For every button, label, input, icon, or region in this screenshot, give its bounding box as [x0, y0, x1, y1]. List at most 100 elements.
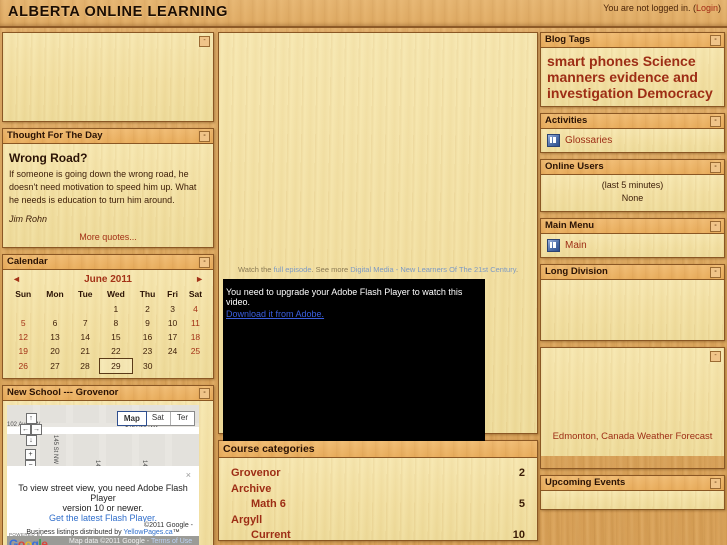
video-player[interactable]: You need to upgrade your Adobe Flash Pla…	[223, 279, 485, 446]
calendar-day[interactable]: 26	[8, 359, 38, 374]
yellowpages-link[interactable]: YellowPages.ca	[123, 529, 172, 536]
pan-left-icon[interactable]: ←	[20, 424, 31, 435]
calendar-day[interactable]: 12	[8, 330, 38, 344]
collapse-icon[interactable]: -	[710, 221, 721, 232]
block-title: Activities	[545, 115, 588, 126]
calendar-day[interactable]: 16	[133, 330, 163, 344]
calendar-day[interactable]: 17	[162, 330, 183, 344]
pan-up-icon[interactable]: ↑	[25, 413, 37, 424]
block-online-users: Online Users - (last 5 minutes) None	[540, 159, 725, 212]
calendar-day[interactable]: 11	[183, 316, 208, 330]
course-category-name[interactable]: Argyll	[231, 513, 262, 529]
zoom-in-icon[interactable]: +	[25, 449, 36, 460]
collapse-icon[interactable]: -	[199, 388, 210, 399]
collapse-icon[interactable]: -	[710, 478, 721, 489]
main-menu-label[interactable]: Main	[565, 240, 587, 251]
map-type-satellite[interactable]: Sat	[146, 412, 171, 425]
block-weather: - Edmonton, Canada Weather Forecast	[540, 347, 725, 469]
calendar-weekday: Sun	[15, 289, 32, 299]
map-pan-controls[interactable]: ↑ ← → ↓ + −	[13, 413, 49, 471]
calendar-day[interactable]: 19	[8, 344, 38, 359]
login-link[interactable]: Login	[696, 3, 718, 13]
calendar-day[interactable]: 18	[183, 330, 208, 344]
terms-of-use-link[interactable]: Terms of Use	[151, 538, 192, 545]
calendar-week-row: 5 6 7 8 9 10 11	[8, 316, 208, 330]
close-icon[interactable]: ×	[186, 470, 191, 480]
pan-down-icon[interactable]: ↓	[25, 435, 37, 446]
activity-item-glossaries[interactable]: Glossaries	[547, 133, 718, 148]
collapse-icon[interactable]: -	[710, 116, 721, 127]
collapse-icon[interactable]: -	[199, 257, 210, 268]
calendar-day[interactable]: 8	[99, 316, 133, 330]
course-category-count: 10	[512, 529, 525, 540]
block-calendar: Calendar - ◄ June 2011 ► Sun Mon Tue Wed Thu…	[2, 254, 214, 379]
block-header: Calendar -	[3, 255, 213, 270]
calendar-day[interactable]: 10	[162, 316, 183, 330]
prev-month-icon[interactable]: ◄	[12, 274, 21, 284]
download-flash-link[interactable]: Download it from Adobe.	[226, 309, 324, 319]
google-copyright: ©2011 Google -	[7, 522, 199, 529]
collapse-icon[interactable]: -	[199, 131, 210, 142]
course-category-row[interactable]: Archive	[231, 482, 525, 498]
map-type-map[interactable]: Map	[116, 411, 147, 426]
course-category-row[interactable]: Current 10	[231, 528, 525, 540]
calendar-day[interactable]: 25	[183, 344, 208, 359]
collapse-icon[interactable]: -	[710, 267, 721, 278]
calendar-table: Sun Mon Tue Wed Thu Fri Sat 1 2 3 4 5 6 7 8 9 10 11 12 13 1…	[8, 288, 208, 374]
calendar-day[interactable]: 3	[162, 302, 183, 316]
flash-notice-line2: version 10 or newer.	[62, 503, 144, 513]
map-type-terrain[interactable]: Ter	[171, 412, 194, 425]
calendar-day[interactable]: 23	[133, 344, 163, 359]
blog-tag-link[interactable]: manners	[547, 69, 605, 85]
main-menu-item-main[interactable]: Main	[547, 238, 718, 253]
blog-tag-link[interactable]: Science	[643, 53, 696, 69]
blog-tag-link[interactable]: smart phones	[547, 53, 639, 69]
calendar-day[interactable]: 6	[38, 316, 71, 330]
collapse-icon[interactable]: -	[199, 36, 210, 47]
course-category-name[interactable]: Grovenor	[231, 466, 281, 482]
calendar-day[interactable]: 21	[72, 344, 99, 359]
calendar-month-label: June 2011	[84, 274, 132, 285]
calendar-day[interactable]: 5	[8, 316, 38, 330]
calendar-day[interactable]: 7	[72, 316, 99, 330]
video-download-wrap: Download it from Adobe.	[223, 309, 485, 319]
blog-tag-link[interactable]: Democracy	[637, 85, 713, 101]
collapse-icon[interactable]: -	[710, 162, 721, 173]
pan-right-icon[interactable]: →	[31, 424, 42, 435]
course-category-name[interactable]: Current	[231, 528, 291, 540]
calendar-day[interactable]: 20	[38, 344, 71, 359]
activity-label[interactable]: Glossaries	[565, 135, 612, 146]
course-category-name[interactable]: Math 6	[231, 497, 286, 513]
map-type-control[interactable]: Map Sat Ter	[116, 411, 195, 426]
calendar-day[interactable]: 28	[72, 359, 99, 374]
calendar-day[interactable]: 2	[133, 302, 163, 316]
block-title: Calendar	[7, 256, 48, 267]
calendar-day-empty	[8, 302, 38, 316]
calendar-day[interactable]: 13	[38, 330, 71, 344]
calendar-day[interactable]: 22	[99, 344, 133, 359]
map-data-attribution: Map data ©2011 Google - Terms of Use	[69, 538, 192, 545]
calendar-day[interactable]: 30	[133, 359, 163, 374]
calendar-day[interactable]: 1	[99, 302, 133, 316]
google-map[interactable]: 102 Ave NW 145 St NW 148 Ave NW 14 14 ↑ …	[7, 405, 199, 545]
calendar-day[interactable]: 14	[72, 330, 99, 344]
collapse-icon[interactable]: -	[710, 35, 721, 46]
block-body: Glossaries	[541, 129, 724, 152]
calendar-day[interactable]: 27	[38, 359, 71, 374]
calendar-day[interactable]: 9	[133, 316, 163, 330]
calendar-day[interactable]: 29	[98, 358, 134, 374]
calendar-day[interactable]: 24	[162, 344, 183, 359]
full-episode-link[interactable]: full episode	[274, 265, 312, 274]
course-category-row[interactable]: Argyll	[231, 513, 525, 529]
calendar-day[interactable]: 4	[183, 302, 208, 316]
digital-media-link[interactable]: Digital Media - New Learners Of The 21st…	[350, 265, 516, 274]
collapse-icon[interactable]: -	[710, 351, 721, 362]
next-month-icon[interactable]: ►	[195, 274, 204, 284]
calendar-weekday: Wed	[106, 289, 125, 299]
course-category-name[interactable]: Archive	[231, 482, 271, 498]
course-category-row[interactable]: Math 6 5	[231, 497, 525, 513]
block-main-menu: Main Menu - Main	[540, 218, 725, 258]
more-quotes-link[interactable]: More quotes...	[79, 232, 137, 242]
calendar-day[interactable]: 15	[99, 330, 133, 344]
course-category-row[interactable]: Grovenor 2	[231, 466, 525, 482]
